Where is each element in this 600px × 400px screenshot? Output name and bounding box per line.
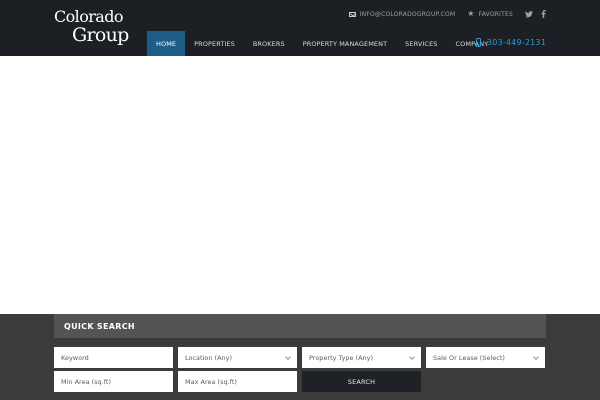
sale-lease-value: Sale Or Lease (Select) <box>433 353 505 362</box>
quick-search-title: QUICK SEARCH <box>64 321 135 331</box>
hero-banner <box>0 56 600 314</box>
chevron-down-icon <box>533 353 539 360</box>
search-button[interactable]: SEARCH <box>302 371 421 392</box>
keyword-placeholder: Keyword <box>61 353 89 362</box>
phone-link[interactable]: 303-449-2131 <box>475 38 546 47</box>
search-button-label: SEARCH <box>347 377 376 386</box>
location-select[interactable]: Location (Any) <box>178 347 297 368</box>
email-text: INFO@COLORADOGROUP.COM <box>359 10 456 18</box>
nav-item-brokers[interactable]: BROKERS <box>244 31 294 56</box>
nav-item-properties[interactable]: PROPERTIES <box>185 31 244 56</box>
twitter-icon[interactable] <box>525 10 533 18</box>
chevron-down-icon <box>409 353 415 360</box>
property-type-value: Property Type (Any) <box>309 353 374 362</box>
nav-item-services[interactable]: SERVICES <box>396 31 446 56</box>
max-area-placeholder: Max Area (sq.ft) <box>185 377 237 386</box>
site-header: Colorado Group INFO@COLORADOGROUP.COM ★ … <box>0 0 600 56</box>
star-icon: ★ <box>467 9 475 18</box>
favorites-link[interactable]: ★ FAVORITES <box>467 10 513 18</box>
property-type-select[interactable]: Property Type (Any) <box>302 347 421 368</box>
main-nav: HOME PROPERTIES BROKERS PROPERTY MANAGEM… <box>147 31 497 56</box>
sale-lease-select[interactable]: Sale Or Lease (Select) <box>426 347 545 368</box>
mobile-phone-icon <box>475 38 481 47</box>
min-area-input[interactable]: Min Area (sq.ft) <box>54 371 173 392</box>
nav-item-property-management[interactable]: PROPERTY MANAGEMENT <box>294 31 396 56</box>
mail-icon <box>348 11 356 17</box>
facebook-icon[interactable] <box>541 10 546 18</box>
top-utility-bar: INFO@COLORADOGROUP.COM ★ FAVORITES <box>348 8 546 20</box>
location-value: Location (Any) <box>185 353 233 362</box>
max-area-input[interactable]: Max Area (sq.ft) <box>178 371 297 392</box>
logo-text-line2: Group <box>72 24 129 46</box>
quick-search-header: QUICK SEARCH <box>54 314 546 338</box>
social-links <box>525 10 546 18</box>
keyword-input[interactable]: Keyword <box>54 347 173 368</box>
phone-number: 303-449-2131 <box>486 38 546 47</box>
nav-item-home[interactable]: HOME <box>147 31 186 56</box>
logo[interactable]: Colorado Group <box>54 8 136 47</box>
email-link[interactable]: INFO@COLORADOGROUP.COM <box>348 10 456 18</box>
chevron-down-icon <box>285 353 291 360</box>
min-area-placeholder: Min Area (sq.ft) <box>61 377 111 386</box>
favorites-text: FAVORITES <box>478 10 513 18</box>
